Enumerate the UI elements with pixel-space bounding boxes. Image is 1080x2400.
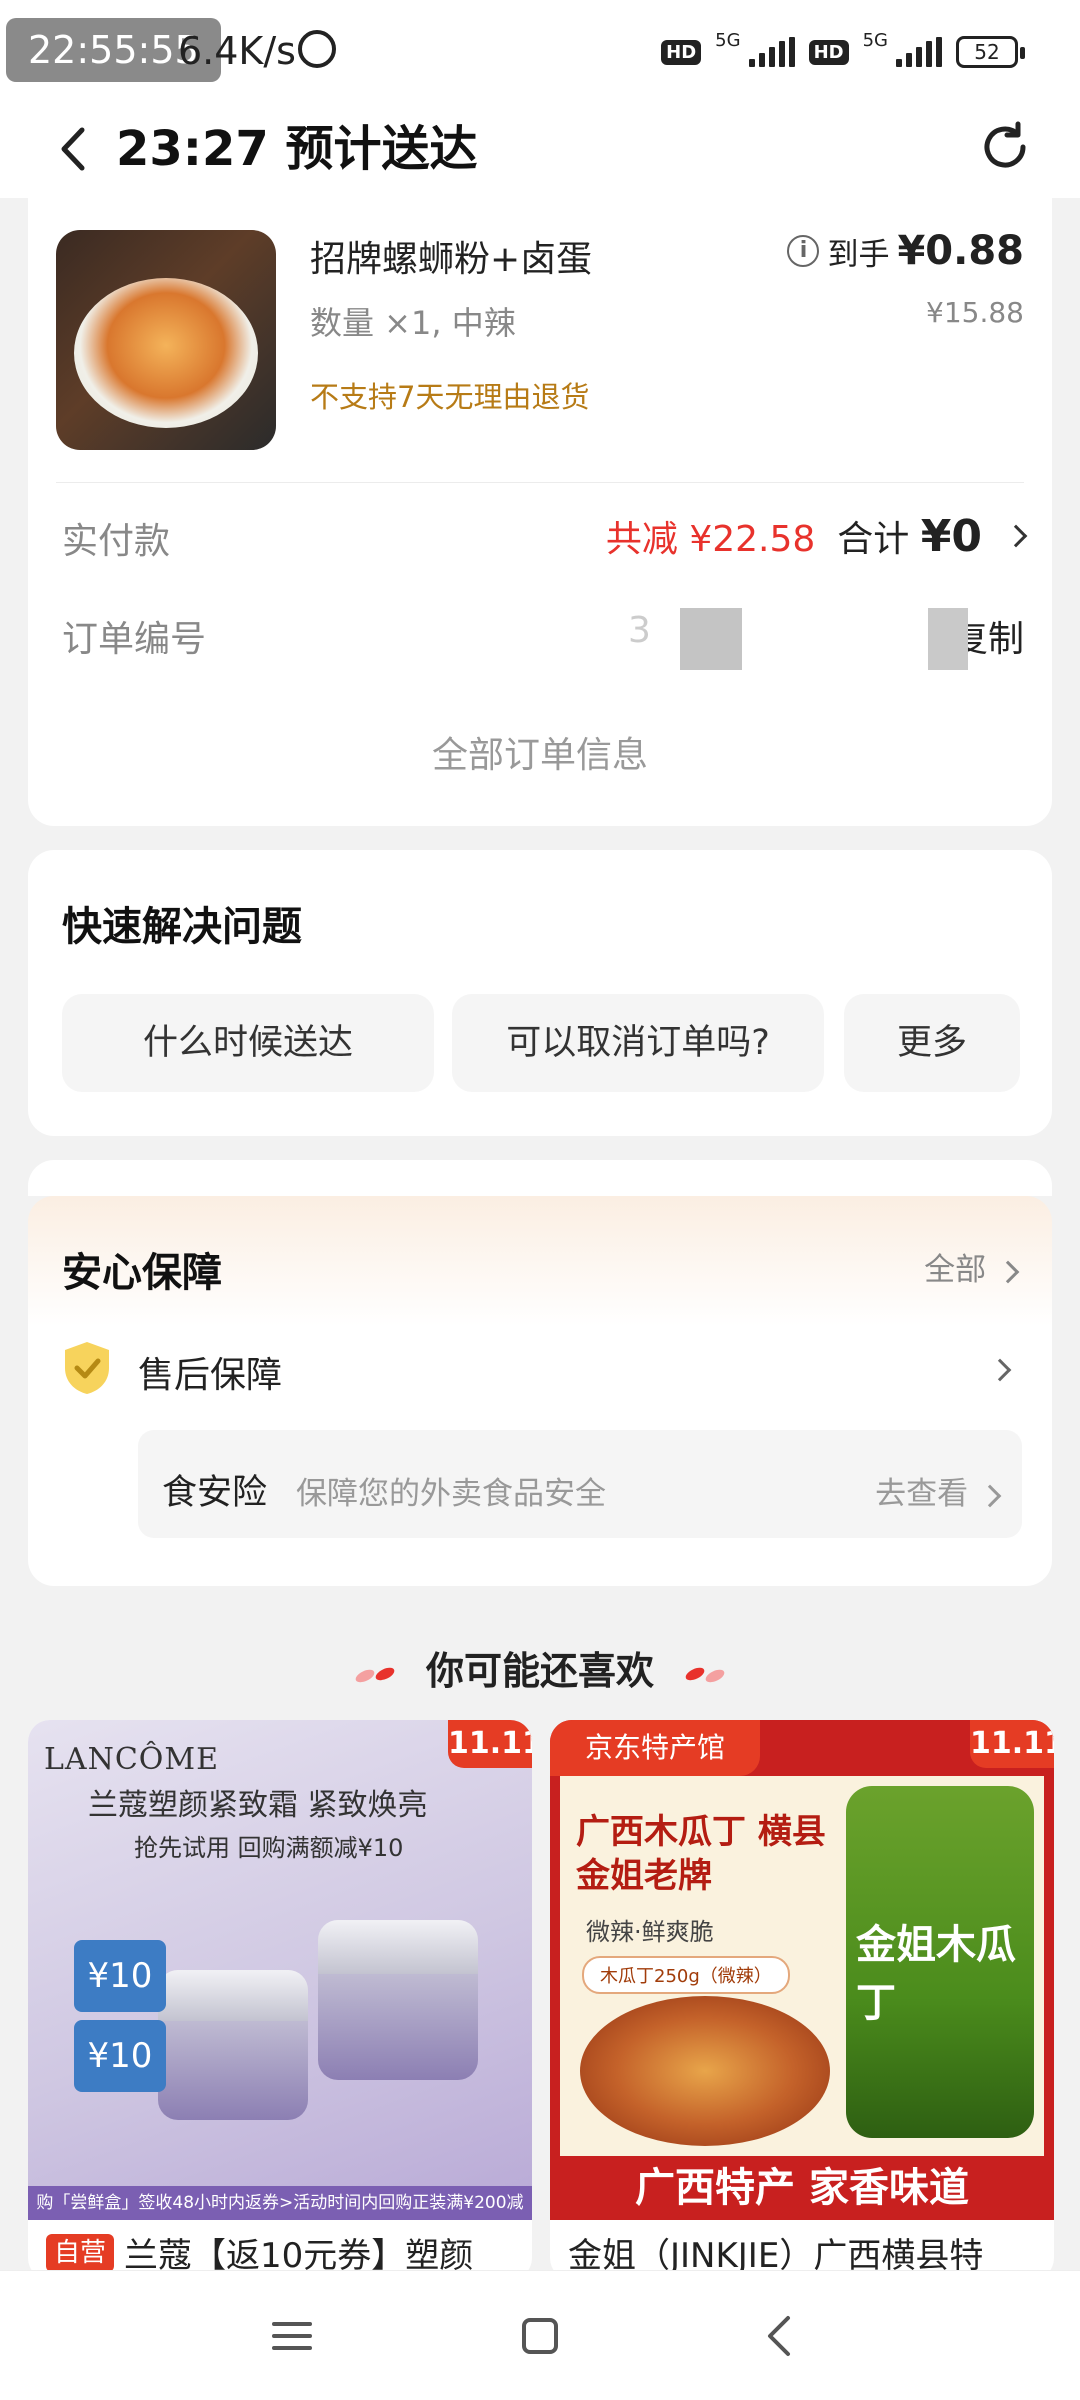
goods-card[interactable]: LANCÔME 兰蔻塑颜紧致霜 紧致焕亮 抢先试用 回购满额减¥10 ¥10 ¥… (28, 1720, 532, 2280)
page-title: 23:27 预计送达 (116, 121, 478, 177)
order-number: 3 (628, 610, 651, 651)
redaction-mask (680, 608, 742, 670)
payment-summary[interactable]: 共减 ¥22.58 合计 ¥0 (605, 510, 1028, 562)
order-number-label: 订单编号 (62, 619, 207, 660)
promo-subline: 抢先试用 回购满额减¥10 (134, 1834, 404, 1862)
food-insurance-desc: 保障您的外卖食品安全 (296, 1476, 606, 1512)
food-insurance-link[interactable]: 去查看 (875, 1468, 1002, 1513)
home-icon[interactable] (510, 2306, 570, 2366)
self-operated-tag: 自营 (46, 2233, 115, 2272)
divider (56, 482, 1024, 483)
shield-icon (65, 1342, 109, 1394)
back-nav-icon[interactable] (750, 2306, 810, 2366)
total-value: ¥0 (920, 511, 982, 562)
cream-jar-image (158, 1970, 308, 2120)
coupon-badge: ¥10 (74, 2020, 166, 2092)
all-label: 全部 (924, 1252, 987, 1288)
final-price-label: 到手 (827, 236, 890, 273)
redaction-mask (928, 608, 968, 670)
double-eleven-badge: 11.11 (970, 1720, 1054, 1768)
promo-subline: 微辣·鲜爽脆 (586, 1918, 714, 1946)
battery-icon: 52 (956, 36, 1025, 68)
decor-icon (685, 1667, 725, 1682)
after-sale-guarantee[interactable]: 售后保障 (138, 1346, 282, 1398)
product-spec: 数量 ×1, 中辣 (310, 304, 516, 342)
product-pill: 木瓜丁250g（微辣） (582, 1956, 790, 1994)
noodle-bowl-image (74, 278, 258, 428)
menu-icon[interactable] (262, 2306, 322, 2366)
recommend-title-text: 你可能还喜欢 (425, 1649, 654, 1693)
order-card: 招牌螺蛳粉+卤蛋 数量 ×1, 中辣 不支持7天无理由退货 i 到手 ¥0.88… (28, 198, 1052, 826)
final-price-value: ¥0.88 (897, 228, 1024, 274)
discount-amount: 共减 ¥22.58 (605, 519, 816, 560)
hd-icon: HD (661, 39, 702, 65)
pickle-jar-image: 金姐木瓜丁 (846, 1786, 1034, 2138)
cancel-order-button[interactable]: 可以取消订单吗? (452, 994, 824, 1092)
promo-bottom-banner: 购「尝鲜盒」签收48小时内返券>活动时间内回购正装满¥200减¥10 (28, 2186, 532, 2247)
final-price[interactable]: i 到手 ¥0.88 (787, 228, 1024, 274)
paid-label: 实付款 (62, 521, 171, 562)
refresh-icon[interactable] (976, 118, 1034, 176)
more-button[interactable]: 更多 (844, 994, 1020, 1092)
view-label: 去查看 (875, 1476, 969, 1512)
decor-icon (355, 1667, 395, 1682)
chevron-right-icon (996, 1260, 1020, 1284)
chevron-right-icon (1004, 524, 1028, 548)
status-bar: 22:55:55 6.4K/s HD 5G HD 5G 52 (0, 0, 1080, 100)
system-nav-bar (0, 2270, 1080, 2400)
chevron-right-icon (978, 1484, 1002, 1508)
info-icon[interactable]: i (787, 235, 820, 267)
promo-bottom-banner: 广西特产 家香味道 (550, 2156, 1054, 2220)
all-order-info-link[interactable]: 全部订单信息 (28, 726, 1052, 778)
card-strip (28, 1160, 1052, 1196)
pickle-bowl-image (580, 1996, 830, 2146)
total-label: 合计 (837, 519, 910, 560)
store-tag: 京东特产馆 (550, 1720, 760, 1776)
alarm-icon (298, 30, 336, 68)
quick-solve-title: 快速解决问题 (62, 904, 302, 950)
promo-panel: 广西木瓜丁 横县金姐老牌 微辣·鲜爽脆 木瓜丁250g（微辣） 金姐木瓜丁 (560, 1776, 1044, 2156)
goods-card[interactable]: 广西木瓜丁 横县金姐老牌 微辣·鲜爽脆 木瓜丁250g（微辣） 金姐木瓜丁 京东… (550, 1720, 1054, 2280)
recommend-title: 你可能还喜欢 (0, 1640, 1080, 1695)
return-policy: 不支持7天无理由退货 (310, 380, 590, 414)
total-amount: 合计 ¥0 (837, 510, 982, 562)
jar-label: 金姐木瓜丁 (856, 1922, 1016, 2026)
network-speed: 6.4K/s (178, 29, 296, 73)
network-type-1: 5G (715, 30, 741, 51)
product-image[interactable] (56, 230, 276, 450)
promo-headline: 广西木瓜丁 横县金姐老牌 (576, 1812, 826, 1896)
product-name[interactable]: 招牌螺蛳粉+卤蛋 (310, 230, 592, 282)
food-insurance-row[interactable]: 食安险 保障您的外卖食品安全 去查看 (138, 1430, 1022, 1538)
promo-headline: 兰蔻塑颜紧致霜 紧致焕亮 (88, 1788, 428, 1823)
goods-image[interactable]: 广西木瓜丁 横县金姐老牌 微辣·鲜爽脆 木瓜丁250g（微辣） 金姐木瓜丁 京东… (550, 1720, 1054, 2220)
status-icons: HD 5G HD 5G 52 (661, 30, 1025, 74)
cream-jar-image (318, 1920, 478, 2080)
guarantee-card: 安心保障 全部 售后保障 食安险 保障您的外卖食品安全 去查看 (28, 1196, 1052, 1586)
goods-image[interactable]: LANCÔME 兰蔻塑颜紧致霜 紧致焕亮 抢先试用 回购满额减¥10 ¥10 ¥… (28, 1720, 532, 2247)
back-icon[interactable] (46, 122, 100, 176)
signal-icon (896, 37, 942, 67)
network-type-2: 5G (862, 30, 888, 51)
page-header: 23:27 预计送达 (0, 100, 1080, 198)
hd-icon: HD (808, 39, 849, 65)
food-insurance-title: 食安险 (162, 1473, 268, 1513)
original-price: ¥15.88 (926, 296, 1024, 329)
chevron-right-icon[interactable] (988, 1358, 1012, 1382)
brand-logo: LANCÔME (44, 1742, 220, 1777)
signal-icon (748, 37, 795, 67)
all-guarantee-link[interactable]: 全部 (924, 1244, 1020, 1289)
when-delivered-button[interactable]: 什么时候送达 (62, 994, 434, 1092)
guarantee-title: 安心保障 (62, 1250, 222, 1296)
quick-solve-card: 快速解决问题 什么时候送达 可以取消订单吗? 更多 (28, 850, 1052, 1136)
double-eleven-badge: 11.11 (448, 1720, 532, 1768)
coupon-badge: ¥10 (74, 1940, 166, 2012)
